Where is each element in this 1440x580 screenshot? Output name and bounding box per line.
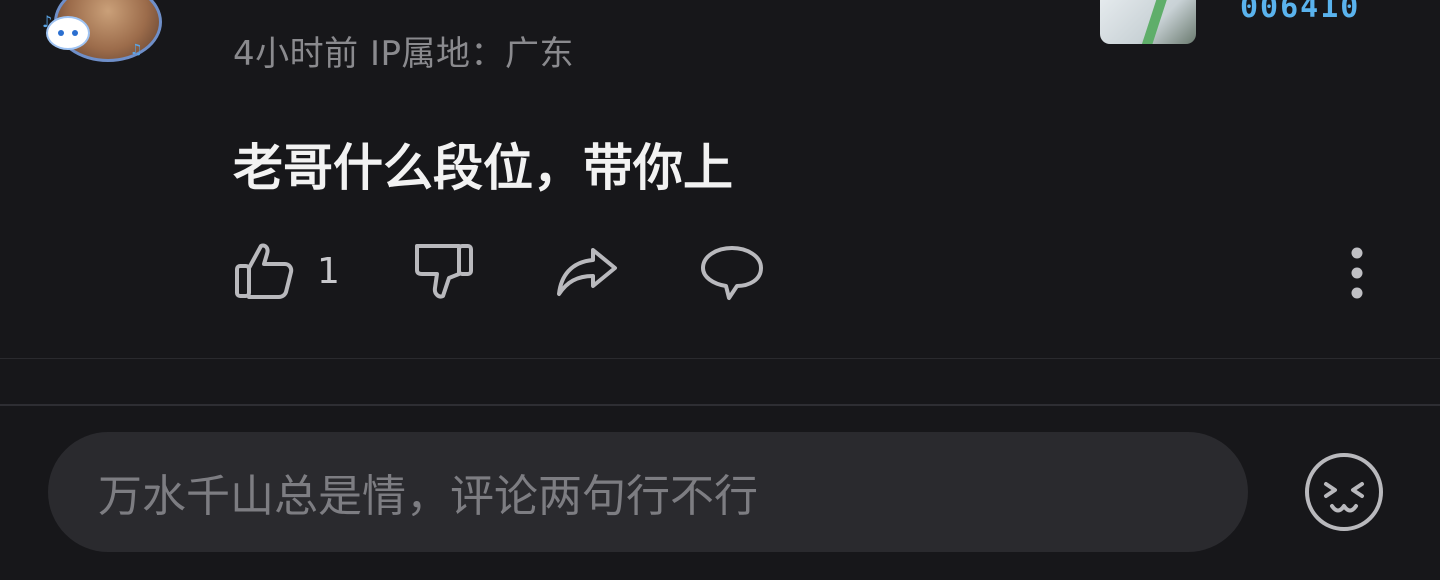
speech-bubble-icon <box>699 240 765 302</box>
comment-meta: 4小时前 IP属地：广东 <box>233 34 574 74</box>
divider <box>0 358 1440 359</box>
like-button[interactable]: 1 <box>233 238 340 304</box>
comment-text: 老哥什么段位，带你上 <box>233 139 733 197</box>
music-note-icon: ♫ <box>130 42 143 58</box>
fan-badge-image <box>1100 0 1196 44</box>
comment-page: ♪ ♫ 4小时前 IP属地：广东 006410 老哥什么段位，带你上 1 万水千… <box>0 0 1440 580</box>
fan-badge-number: 006410 <box>1240 0 1361 25</box>
music-note-icon: ♪ <box>42 12 53 31</box>
reply-button[interactable] <box>699 238 765 304</box>
comment-actions: 1 <box>233 238 1413 304</box>
emoji-face-icon <box>1302 453 1386 538</box>
share-arrow-icon <box>555 240 621 302</box>
divider <box>0 404 1440 406</box>
thumbs-up-icon <box>233 240 295 302</box>
comment-input[interactable]: 万水千山总是情，评论两句行不行 <box>48 432 1248 552</box>
emoji-button[interactable] <box>1302 450 1386 534</box>
vertical-ellipsis-icon <box>1347 247 1367 304</box>
comment-input-placeholder: 万水千山总是情，评论两句行不行 <box>98 471 758 522</box>
share-button[interactable] <box>555 238 621 304</box>
user-avatar[interactable]: ♪ ♫ <box>42 0 182 78</box>
more-options-button[interactable] <box>1347 246 1367 300</box>
dislike-button[interactable] <box>413 238 475 304</box>
like-count: 1 <box>317 250 340 292</box>
thumbs-down-icon <box>413 240 475 302</box>
avatar-pendant-decoration <box>46 16 90 50</box>
